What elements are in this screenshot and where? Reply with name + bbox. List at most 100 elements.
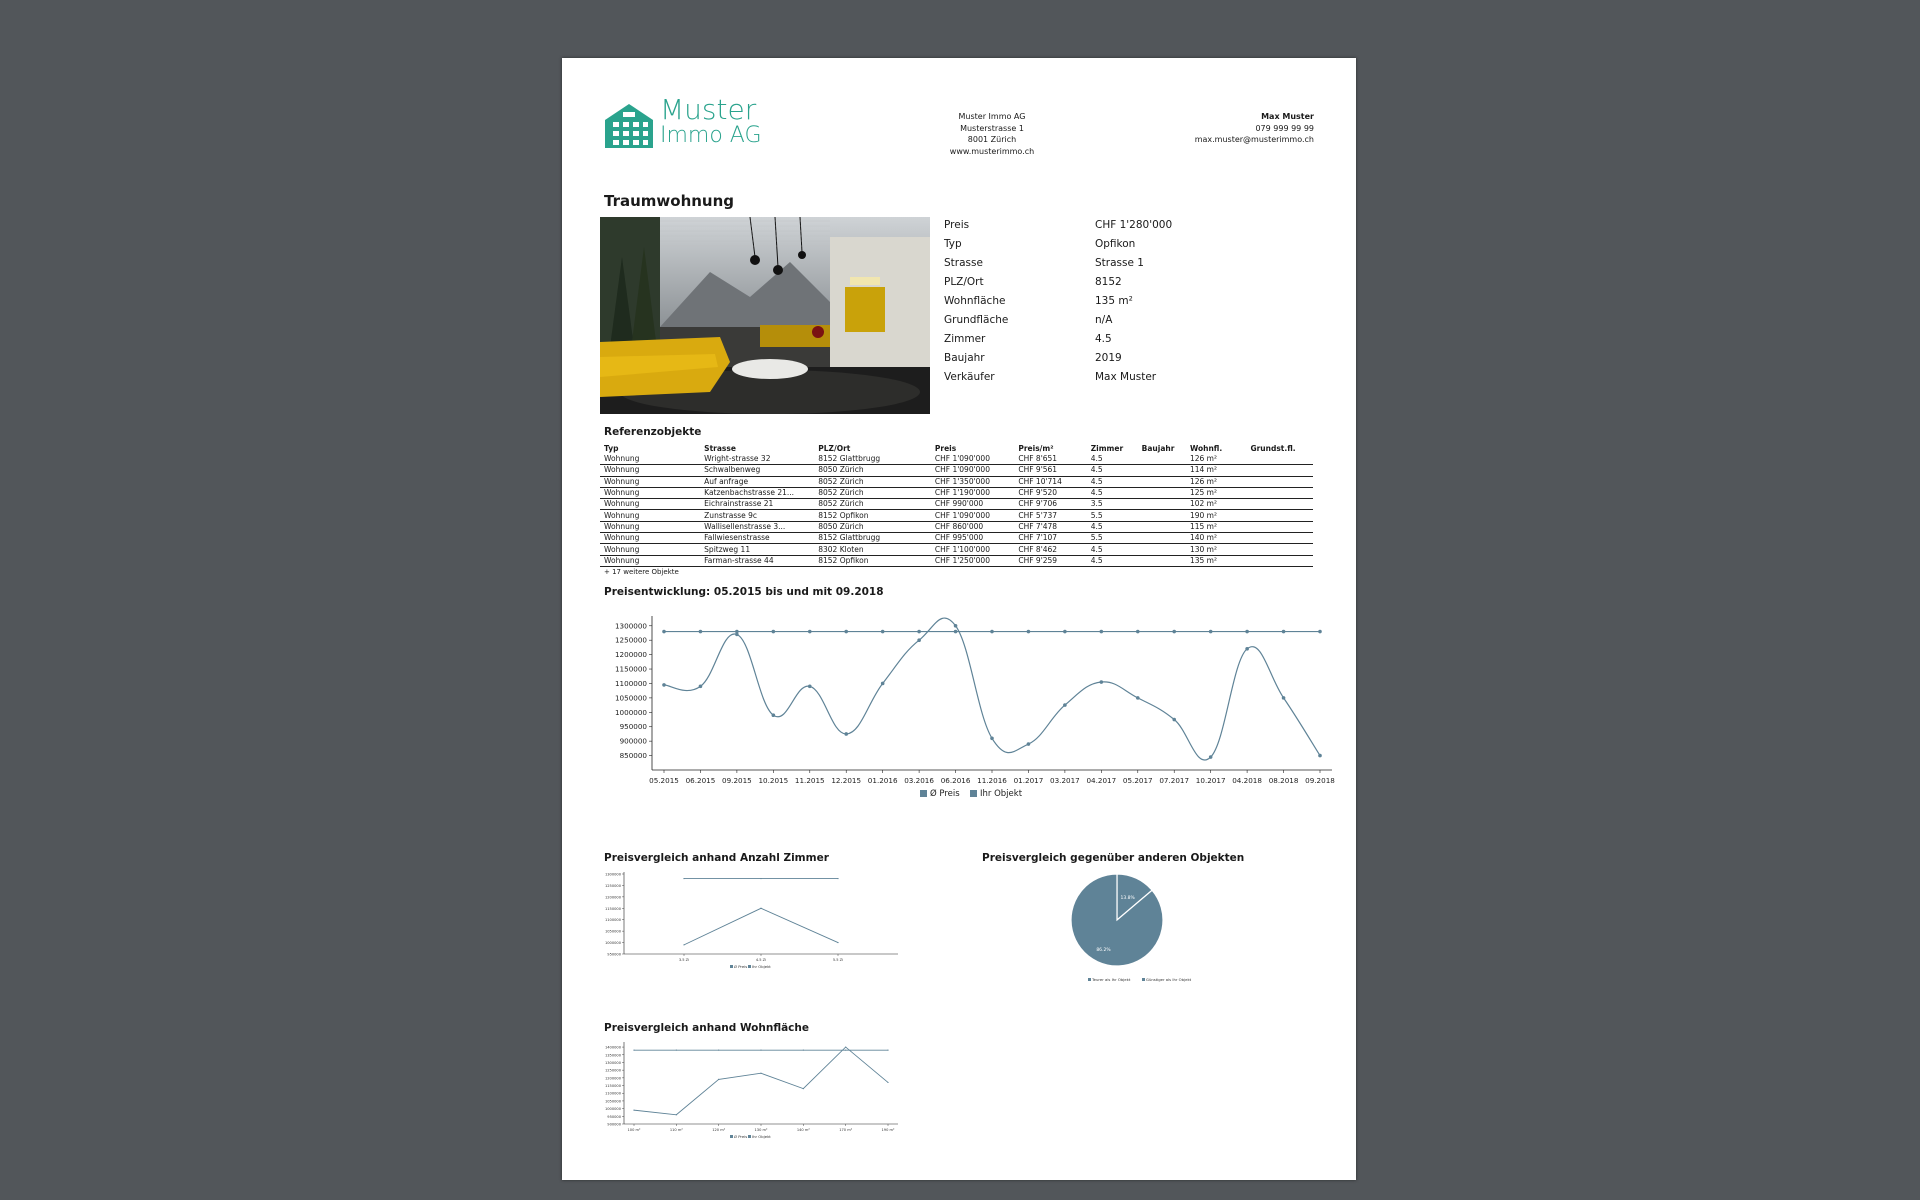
- x-tick-label: 110 m²: [670, 1128, 684, 1132]
- fact-label: Wohnfläche: [944, 295, 1006, 307]
- table-row: Wohnung Auf anfrage 8052 Zürich CHF 1'350'0…: [600, 476, 1313, 488]
- table-row: Wohnung Zunstrasse 9c 8152 Opfikon CHF 1'09…: [600, 509, 1313, 522]
- table-cell: CHF 9'706: [1014, 498, 1087, 511]
- legend-label: Ihr Objekt: [980, 789, 1023, 799]
- table-cell: Fallwiesenstrasse: [700, 532, 815, 545]
- x-tick-label: 09.2018: [1305, 776, 1335, 785]
- table-cell: Wohnung: [600, 532, 701, 545]
- data-point: [953, 629, 958, 634]
- x-tick-label: 03.2017: [1050, 776, 1080, 785]
- table-cell: CHF 9'259: [1014, 555, 1087, 567]
- legend-label: Teurer als Ihr Objekt: [1091, 977, 1131, 982]
- fact-row-year: Baujahr 2019: [944, 348, 1324, 367]
- x-tick-label: 07.2017: [1159, 776, 1189, 785]
- table-cell: 8152 Glattbrugg: [814, 532, 931, 545]
- fact-row-seller: Verkäufer Max Muster: [944, 367, 1324, 386]
- y-tick-label: 950000: [607, 1115, 621, 1119]
- y-tick-label: 1100000: [615, 679, 647, 688]
- logo-text-line1: Muster: [660, 93, 757, 126]
- legend-label: Ø Preis: [734, 1134, 747, 1139]
- x-tick-label: 3.5 Zi: [679, 958, 689, 962]
- table-cell: 4.5: [1086, 555, 1138, 567]
- x-tick-label: 01.2016: [868, 776, 898, 785]
- x-tick-label: 06.2015: [686, 776, 716, 785]
- x-tick-label: 04.2018: [1232, 776, 1262, 785]
- data-point: [1099, 680, 1104, 684]
- pie-comparison-title: Preisvergleich gegenüber anderen Objekte…: [982, 852, 1245, 864]
- logo-text-line2: Immo AG: [660, 123, 762, 148]
- data-point: [1026, 629, 1031, 634]
- area-comparison-title: Preisvergleich anhand Wohnfläche: [604, 1022, 810, 1034]
- table-cell: 8050 Zürich: [814, 464, 931, 477]
- x-tick-label: 4.5 Zi: [756, 958, 766, 962]
- data-point: [760, 1049, 762, 1051]
- pie-slice-label: 86.2%: [1096, 947, 1111, 953]
- y-tick-label: 950000: [607, 953, 621, 957]
- fact-row-rooms: Zimmer 4.5: [944, 329, 1324, 348]
- legend-swatch: [730, 1135, 733, 1138]
- data-point: [662, 629, 666, 634]
- table-row: Wohnung Spitzweg 11 8302 Kloten CHF 1'100'0…: [600, 543, 1313, 556]
- table-cell: 4.5: [1086, 543, 1138, 556]
- fact-label: Preis: [944, 219, 970, 232]
- data-point: [675, 1114, 677, 1116]
- x-tick-label: 100 m²: [628, 1128, 642, 1132]
- fact-row-living-area: Wohnfläche 135 m²: [944, 292, 1324, 311]
- data-point: [633, 1109, 635, 1111]
- data-point: [1026, 742, 1031, 746]
- table-header-cell: PLZ/Ort: [818, 443, 851, 453]
- table-cell: 114 m²: [1185, 464, 1247, 477]
- table-cell: [1246, 487, 1313, 500]
- company-city: 8001 Zürich: [967, 135, 1017, 144]
- property-title: Traumwohnung: [604, 192, 735, 210]
- table-cell: CHF 860'000: [930, 521, 1015, 534]
- fact-label: Grundfläche: [944, 313, 1009, 326]
- table-cell: 126 m²: [1185, 454, 1247, 466]
- data-point: [1318, 629, 1322, 634]
- legend-swatch: [730, 965, 733, 968]
- x-tick-label: 05.2015: [649, 776, 679, 785]
- price-trend-title: Preisentwicklung: 05.2015 bis und mit 09…: [604, 586, 884, 598]
- table-cell: CHF 9'520: [1014, 487, 1087, 500]
- table-cell: CHF 1'100'000: [930, 543, 1015, 556]
- data-point: [771, 629, 776, 634]
- fact-label: PLZ/Ort: [944, 276, 984, 289]
- table-row: Wohnung Wallisellenstrasse 3... 8050 Züric…: [600, 521, 1313, 534]
- y-tick-label: 1000000: [605, 941, 622, 945]
- data-point: [802, 1049, 804, 1051]
- data-point: [683, 877, 685, 880]
- y-tick-label: 1300000: [605, 1061, 622, 1065]
- table-cell: Wallisellenstrasse 3...: [700, 521, 815, 534]
- y-tick-label: 1100000: [605, 918, 622, 922]
- data-point: [633, 1049, 635, 1051]
- data-point: [1245, 629, 1249, 634]
- table-cell: [1137, 521, 1186, 534]
- table-cell: [1137, 555, 1186, 567]
- table-cell: 190 m²: [1185, 509, 1247, 522]
- fact-row-plot-area: Grundfläche n/A: [944, 310, 1324, 329]
- table-cell: CHF 8'462: [1014, 543, 1087, 556]
- table-cell: CHF 7'107: [1014, 532, 1087, 545]
- legend-swatch: [748, 965, 751, 968]
- data-point: [698, 684, 703, 689]
- x-tick-label: 05.2017: [1123, 776, 1153, 785]
- y-tick-label: 1200000: [615, 650, 647, 659]
- fact-value: 135 m²: [1095, 295, 1133, 307]
- table-cell: CHF 1'250'000: [930, 555, 1015, 567]
- table-cell: CHF 10'714: [1014, 476, 1087, 488]
- contact-name: Max Muster: [1261, 112, 1314, 121]
- y-tick-label: 1300000: [605, 873, 622, 877]
- fact-label: Verkäufer: [944, 370, 995, 383]
- data-point: [1063, 703, 1067, 707]
- data-point: [953, 623, 958, 628]
- y-tick-label: 1000000: [605, 1107, 622, 1111]
- table-cell: 8050 Zürich: [814, 521, 931, 534]
- y-tick-label: 1150000: [605, 907, 622, 911]
- table-cell: Wohnung: [600, 464, 701, 477]
- property-facts: Preis CHF 1'280'000 Typ Opfikon Strasse Str…: [944, 216, 1324, 386]
- report-page: Muster Immo AG Muster Immo AG Musterstra…: [562, 58, 1356, 1180]
- data-point: [1208, 755, 1213, 759]
- fact-value: CHF 1'280'000: [1095, 219, 1173, 232]
- fact-label: Baujahr: [944, 351, 985, 364]
- y-tick-label: 1250000: [605, 884, 622, 888]
